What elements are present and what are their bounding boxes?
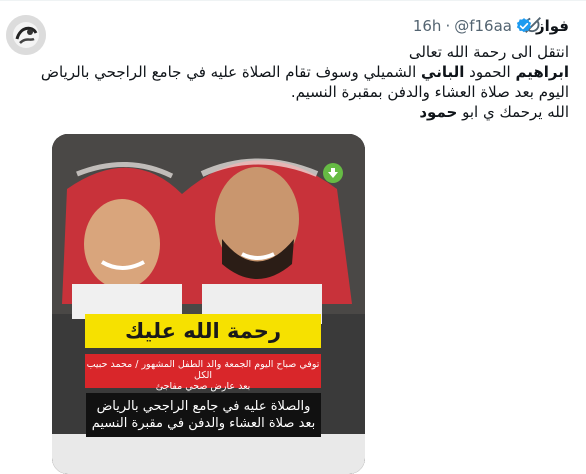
separator-dot: · [445, 17, 451, 35]
caption-black-line-2: بعد صلاة العشاء والدفن في مقبرة النسيم [91, 416, 316, 431]
line-2-text-1: الحمود [464, 63, 516, 81]
tweet-line-1: انتقل الى رحمة الله تعالى [408, 43, 569, 61]
tweet-text: انتقل الى رحمة الله تعالى ابراهيم الحمود… [29, 42, 569, 122]
tweet-header: فواز @f16aa · 16h [409, 15, 569, 37]
line-2-text-2: الشميلي وسوف تقام الصلاة عليه في جامع ال… [40, 63, 422, 81]
tweet-line-4: الله يرحمك ي ابو حمود [29, 102, 569, 122]
tweet-card[interactable]: فواز @f16aa · 16h انتقل الى رحمة الله تع… [0, 0, 586, 474]
author-handle[interactable]: @f16aa [454, 17, 512, 35]
name-bold-1: ابراهيم [515, 63, 569, 81]
caption-red-line-2: بعد عارض صحي مفاجئ [155, 381, 251, 392]
verified-badge-icon [516, 18, 532, 33]
caption-yellow: رحمة الله عليك يابوحمود [85, 314, 321, 377]
caption-red: توفي صباح اليوم الجمعة والد الطفل المشهو… [85, 354, 321, 392]
tweet-line-3: اليوم بعد صلاة العشاء والدفن بمقبرة النس… [290, 83, 569, 101]
name-bold-3: حمود [419, 103, 458, 121]
author-name[interactable]: فواز [536, 17, 569, 35]
caption-black-line-1: والصلاة عليه في جامع الراجحي بالرياض [96, 399, 311, 414]
tweet-media-image[interactable]: رحمة الله عليك يابوحمود توفي صباح اليوم … [52, 134, 365, 474]
caption-red-line-1: توفي صباح اليوم الجمعة والد الطفل المشهو… [86, 359, 320, 381]
tweet-line-2: ابراهيم الحمود الباني الشميلي وسوف تقام … [29, 62, 569, 82]
download-icon [323, 163, 343, 183]
line-4-text: الله يرحمك ي ابو [457, 103, 569, 121]
caption-black: والصلاة عليه في جامع الراجحي بالرياض بعد… [86, 393, 321, 437]
name-bold-2: الباني [421, 63, 465, 81]
tweet-timestamp[interactable]: 16h [413, 17, 442, 35]
